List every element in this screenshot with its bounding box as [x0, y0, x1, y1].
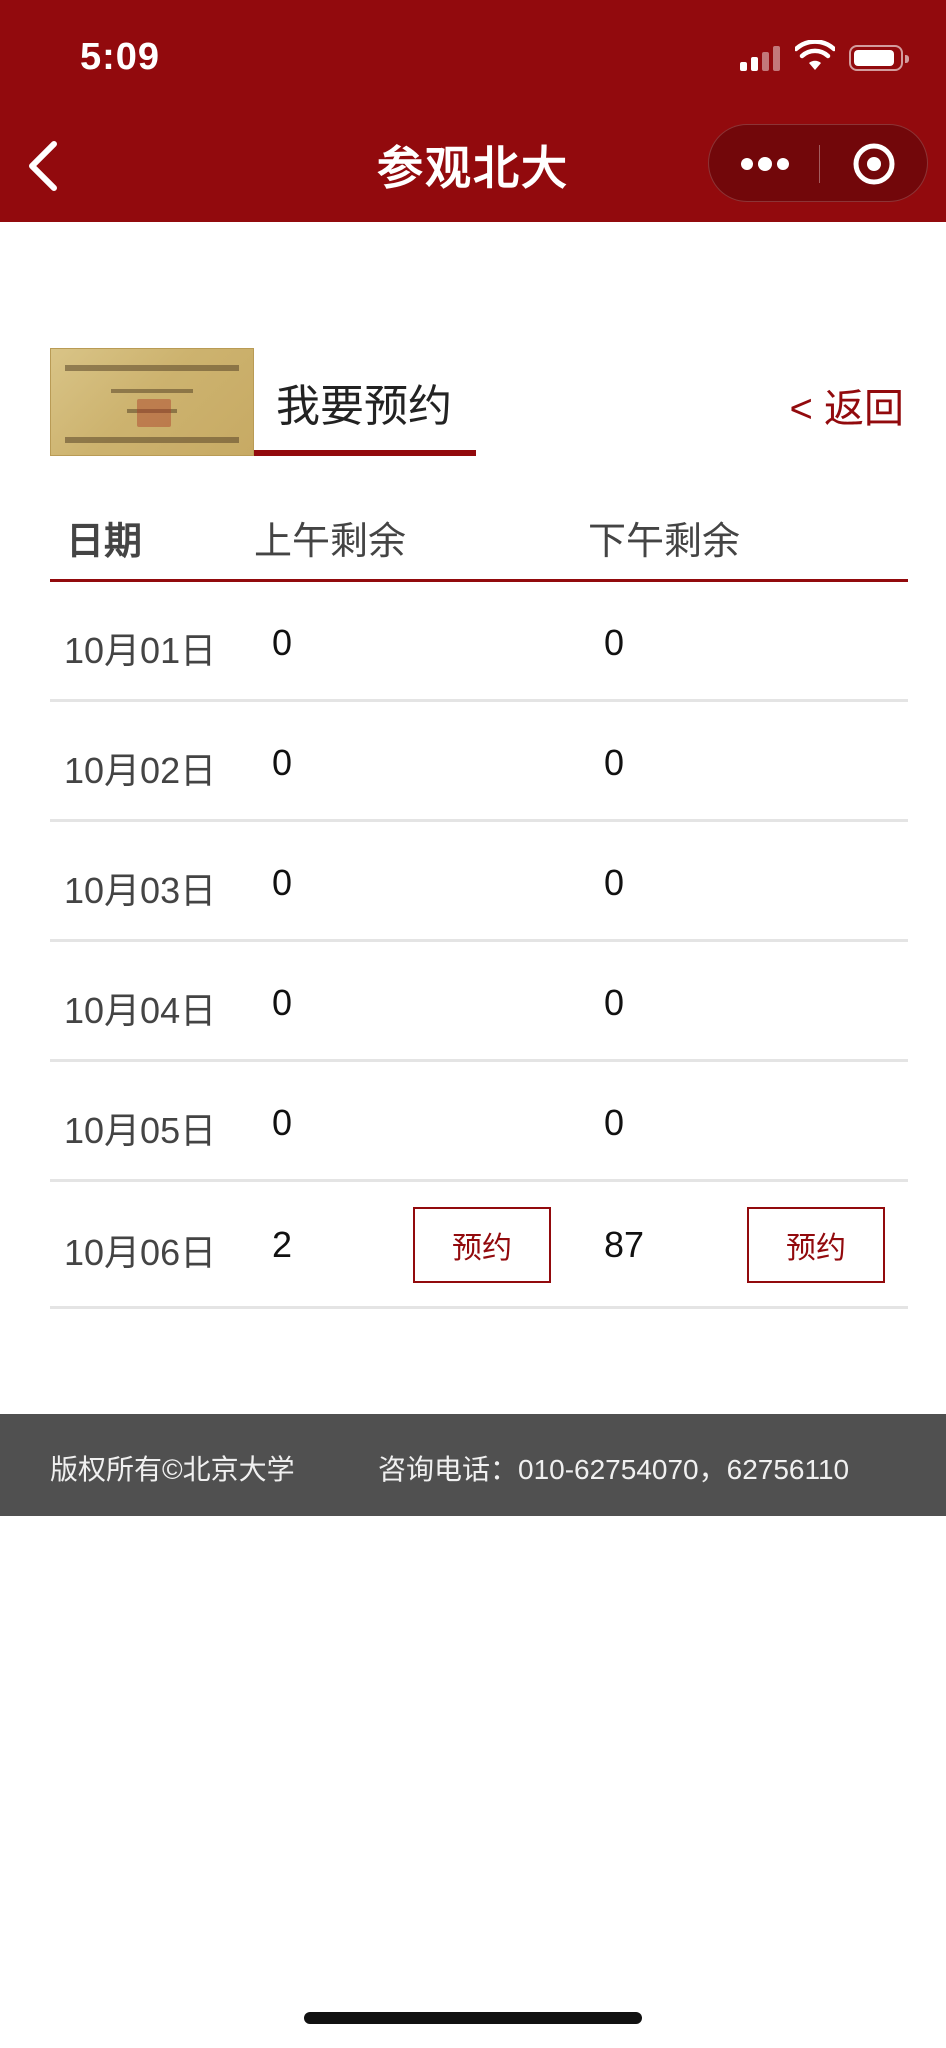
- more-dots-icon[interactable]: [709, 125, 819, 203]
- row-pm-remaining: 0: [604, 862, 625, 903]
- availability-table: 日期 上午剩余 下午剩余 10月01日 0 0 10月02日 0 0 10月03…: [50, 490, 908, 1309]
- row-am-remaining: 0: [272, 982, 293, 1023]
- wifi-icon: [795, 40, 835, 70]
- signal-icon: [740, 45, 784, 71]
- table-row: 10月05日 0 0: [50, 1062, 908, 1182]
- row-date: 10月06日: [64, 1232, 217, 1273]
- table-header: 日期 上午剩余 下午剩余: [50, 490, 908, 582]
- target-icon[interactable]: [820, 125, 929, 203]
- header-date: 日期: [66, 521, 143, 563]
- row-pm-remaining: 0: [604, 622, 625, 663]
- header-am-remaining: 上午剩余: [254, 521, 407, 563]
- book-am-button[interactable]: 预约: [413, 1207, 551, 1283]
- row-am-remaining: 0: [272, 1102, 293, 1143]
- row-date: 10月05日: [64, 1110, 217, 1151]
- row-pm-remaining: 0: [604, 742, 625, 783]
- table-row: 10月04日 0 0: [50, 942, 908, 1062]
- mini-program-capsule: [708, 124, 928, 202]
- book-pm-button[interactable]: 预约: [747, 1207, 885, 1283]
- footer: 版权所有©北京大学 咨询电话：010-62754070，62756110: [0, 1414, 946, 1516]
- row-am-remaining: 0: [272, 742, 293, 783]
- row-pm-remaining: 0: [604, 1102, 625, 1143]
- return-link[interactable]: < 返回: [790, 376, 904, 434]
- row-pm-remaining: 0: [604, 982, 625, 1023]
- battery-icon: [849, 45, 909, 71]
- table-row: 10月03日 0 0: [50, 822, 908, 942]
- row-am-remaining: 0: [272, 622, 293, 663]
- row-am-remaining: 0: [272, 862, 293, 903]
- table-row: 10月06日 2 预约 87 预约: [50, 1182, 908, 1309]
- top-bar: 5:09 参观北大: [0, 0, 946, 222]
- row-date: 10月03日: [64, 870, 217, 911]
- row-date: 10月01日: [64, 630, 217, 671]
- footer-copyright: 版权所有©北京大学: [50, 1454, 295, 1485]
- ticket-image: [50, 348, 254, 456]
- header-pm-remaining: 下午剩余: [588, 521, 741, 563]
- row-date: 10月02日: [64, 750, 217, 791]
- title-underline: [254, 450, 476, 456]
- row-am-remaining: 2: [272, 1224, 293, 1265]
- home-indicator[interactable]: [304, 2012, 642, 2024]
- status-time: 5:09: [80, 36, 161, 78]
- row-date: 10月04日: [64, 990, 217, 1031]
- row-pm-remaining: 87: [604, 1224, 645, 1265]
- footer-phone: 咨询电话：010-62754070，62756110: [378, 1454, 850, 1485]
- table-row: 10月01日 0 0: [50, 582, 908, 702]
- section-title: 我要预约: [276, 382, 452, 431]
- table-row: 10月02日 0 0: [50, 702, 908, 822]
